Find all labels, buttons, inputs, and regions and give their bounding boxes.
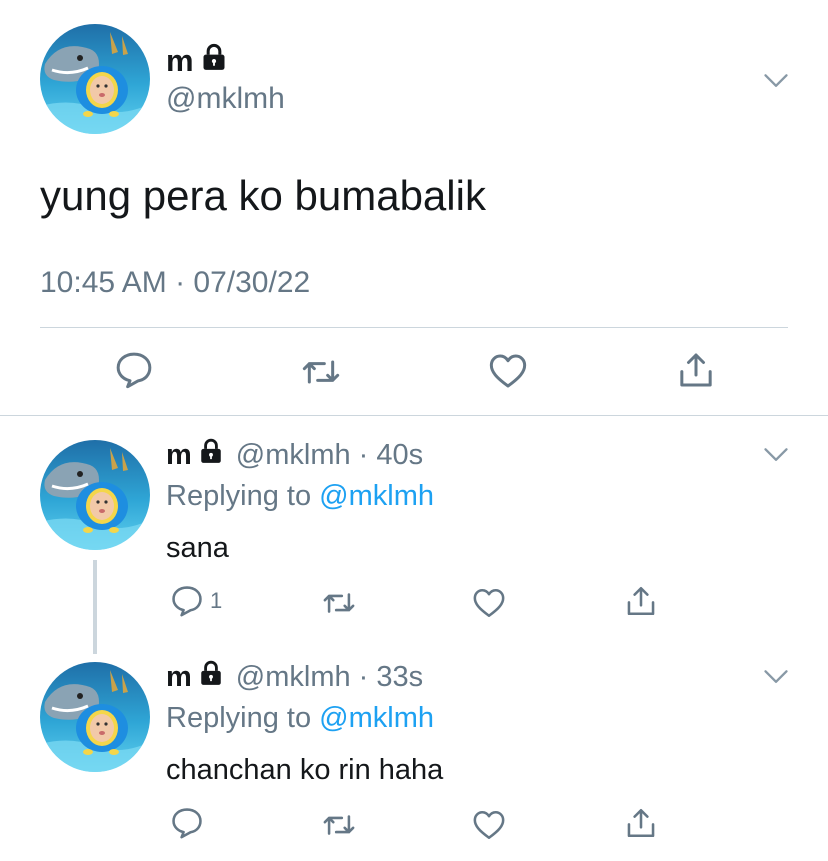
chevron-down-icon[interactable] [762, 440, 790, 473]
tweet-text: chanchan ko rin haha [166, 754, 444, 786]
retweet-button[interactable] [322, 808, 356, 842]
section-divider [0, 415, 828, 416]
mention-link[interactable]: @mklmh [319, 480, 434, 512]
avatar[interactable] [40, 662, 150, 772]
tweet-text: sana [166, 532, 229, 564]
replying-to: Replying to @mklmh [166, 480, 434, 512]
tweet-timestamp[interactable]: 10:45 AM · 07/30/22 [40, 266, 310, 300]
share-button[interactable] [624, 806, 658, 840]
share-button[interactable] [676, 350, 716, 390]
display-name[interactable]: m @mklmh · 40s [166, 438, 423, 472]
reply-icon [170, 806, 204, 840]
retweet-icon [322, 808, 356, 842]
like-button[interactable] [488, 351, 528, 391]
avatar[interactable] [40, 440, 150, 550]
like-icon [472, 586, 506, 620]
replying-to: Replying to @mklmh [166, 702, 434, 734]
lock-icon [198, 438, 224, 472]
like-icon [488, 351, 528, 391]
handle-timestamp[interactable]: @mklmh · 40s [236, 439, 423, 472]
lock-icon [198, 660, 224, 694]
lock-icon [200, 43, 228, 79]
like-icon [472, 808, 506, 842]
share-icon [624, 806, 658, 840]
handle-timestamp[interactable]: @mklmh · 33s [236, 661, 423, 694]
mention-link[interactable]: @mklmh [319, 702, 434, 734]
reply-button[interactable] [170, 806, 204, 840]
divider [40, 327, 788, 328]
user-handle[interactable]: @mklmh [166, 82, 285, 116]
share-icon [624, 584, 658, 618]
tweet-text: yung pera ko bumabalik [40, 172, 486, 219]
share-icon [676, 350, 716, 390]
share-button[interactable] [624, 584, 658, 618]
retweet-icon [322, 586, 356, 620]
retweet-icon [301, 352, 341, 392]
reply-count: 1 [210, 588, 223, 613]
avatar[interactable] [40, 24, 150, 134]
reply-icon [114, 350, 154, 390]
like-button[interactable] [472, 586, 506, 620]
like-button[interactable] [472, 808, 506, 842]
chevron-down-icon[interactable] [762, 662, 790, 695]
display-name[interactable]: m [166, 43, 228, 79]
display-name[interactable]: m @mklmh · 33s [166, 660, 423, 694]
reply-icon [170, 584, 204, 618]
retweet-button[interactable] [301, 352, 341, 392]
retweet-button[interactable] [322, 586, 356, 620]
reply-button[interactable]: 1 [170, 584, 222, 618]
thread-line [93, 560, 97, 654]
chevron-down-icon[interactable] [762, 66, 790, 99]
reply-button[interactable] [114, 350, 154, 390]
